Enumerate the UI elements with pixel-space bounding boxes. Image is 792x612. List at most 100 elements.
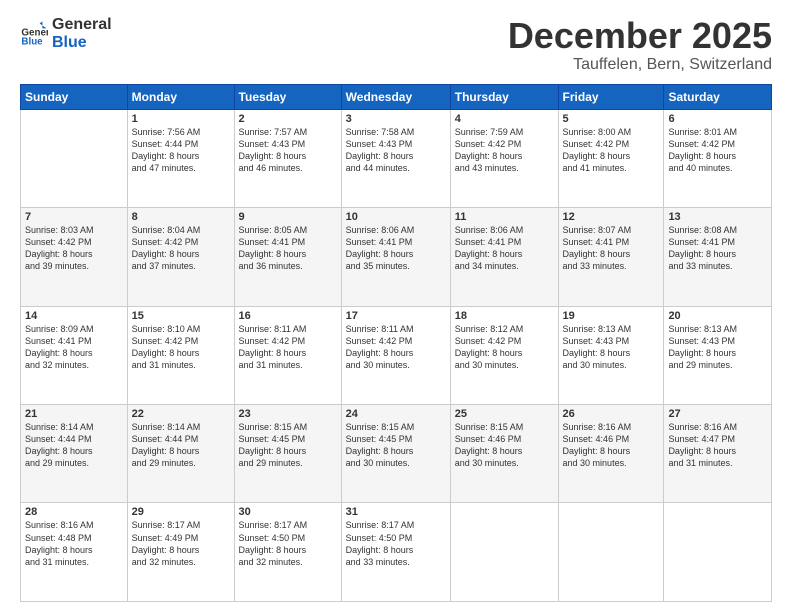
logo-line1: General [52, 16, 112, 34]
calendar-cell: 15Sunrise: 8:10 AM Sunset: 4:42 PM Dayli… [127, 306, 234, 404]
day-number: 12 [563, 211, 660, 223]
day-info: Sunrise: 8:06 AM Sunset: 4:41 PM Dayligh… [346, 224, 446, 273]
day-number: 18 [455, 310, 554, 322]
day-number: 31 [346, 506, 446, 518]
calendar-cell: 25Sunrise: 8:15 AM Sunset: 4:46 PM Dayli… [450, 405, 558, 503]
header-day-monday: Monday [127, 84, 234, 109]
day-number: 16 [239, 310, 337, 322]
calendar-cell: 24Sunrise: 8:15 AM Sunset: 4:45 PM Dayli… [341, 405, 450, 503]
header: General Blue General Blue December 2025 … [20, 16, 772, 74]
calendar-cell: 5Sunrise: 8:00 AM Sunset: 4:42 PM Daylig… [558, 109, 664, 207]
day-info: Sunrise: 8:16 AM Sunset: 4:48 PM Dayligh… [25, 519, 123, 568]
calendar: SundayMondayTuesdayWednesdayThursdayFrid… [20, 84, 772, 602]
day-info: Sunrise: 7:59 AM Sunset: 4:42 PM Dayligh… [455, 126, 554, 175]
day-number: 23 [239, 408, 337, 420]
day-number: 17 [346, 310, 446, 322]
day-info: Sunrise: 8:17 AM Sunset: 4:49 PM Dayligh… [132, 519, 230, 568]
day-number: 19 [563, 310, 660, 322]
calendar-cell: 28Sunrise: 8:16 AM Sunset: 4:48 PM Dayli… [21, 503, 128, 602]
calendar-cell: 12Sunrise: 8:07 AM Sunset: 4:41 PM Dayli… [558, 208, 664, 306]
subtitle: Tauffelen, Bern, Switzerland [508, 56, 772, 74]
calendar-cell: 3Sunrise: 7:58 AM Sunset: 4:43 PM Daylig… [341, 109, 450, 207]
calendar-cell: 23Sunrise: 8:15 AM Sunset: 4:45 PM Dayli… [234, 405, 341, 503]
day-info: Sunrise: 8:05 AM Sunset: 4:41 PM Dayligh… [239, 224, 337, 273]
day-info: Sunrise: 8:14 AM Sunset: 4:44 PM Dayligh… [132, 421, 230, 470]
day-number: 11 [455, 211, 554, 223]
calendar-cell: 17Sunrise: 8:11 AM Sunset: 4:42 PM Dayli… [341, 306, 450, 404]
day-info: Sunrise: 8:15 AM Sunset: 4:46 PM Dayligh… [455, 421, 554, 470]
day-info: Sunrise: 8:11 AM Sunset: 4:42 PM Dayligh… [239, 323, 337, 372]
calendar-cell: 31Sunrise: 8:17 AM Sunset: 4:50 PM Dayli… [341, 503, 450, 602]
day-number: 30 [239, 506, 337, 518]
day-number: 27 [668, 408, 767, 420]
header-day-saturday: Saturday [664, 84, 772, 109]
calendar-cell [664, 503, 772, 602]
header-day-thursday: Thursday [450, 84, 558, 109]
calendar-cell: 6Sunrise: 8:01 AM Sunset: 4:42 PM Daylig… [664, 109, 772, 207]
calendar-cell [450, 503, 558, 602]
day-number: 4 [455, 113, 554, 125]
day-info: Sunrise: 7:57 AM Sunset: 4:43 PM Dayligh… [239, 126, 337, 175]
day-info: Sunrise: 8:06 AM Sunset: 4:41 PM Dayligh… [455, 224, 554, 273]
day-number: 2 [239, 113, 337, 125]
calendar-cell: 11Sunrise: 8:06 AM Sunset: 4:41 PM Dayli… [450, 208, 558, 306]
svg-text:Blue: Blue [21, 36, 43, 47]
day-info: Sunrise: 8:08 AM Sunset: 4:41 PM Dayligh… [668, 224, 767, 273]
week-row-3: 21Sunrise: 8:14 AM Sunset: 4:44 PM Dayli… [21, 405, 772, 503]
header-day-wednesday: Wednesday [341, 84, 450, 109]
day-number: 6 [668, 113, 767, 125]
calendar-cell: 21Sunrise: 8:14 AM Sunset: 4:44 PM Dayli… [21, 405, 128, 503]
day-number: 20 [668, 310, 767, 322]
day-number: 7 [25, 211, 123, 223]
day-info: Sunrise: 8:03 AM Sunset: 4:42 PM Dayligh… [25, 224, 123, 273]
main-title: December 2025 [508, 16, 772, 56]
day-info: Sunrise: 8:14 AM Sunset: 4:44 PM Dayligh… [25, 421, 123, 470]
header-day-friday: Friday [558, 84, 664, 109]
calendar-cell: 18Sunrise: 8:12 AM Sunset: 4:42 PM Dayli… [450, 306, 558, 404]
day-number: 25 [455, 408, 554, 420]
day-info: Sunrise: 8:15 AM Sunset: 4:45 PM Dayligh… [346, 421, 446, 470]
header-row: SundayMondayTuesdayWednesdayThursdayFrid… [21, 84, 772, 109]
calendar-cell: 8Sunrise: 8:04 AM Sunset: 4:42 PM Daylig… [127, 208, 234, 306]
calendar-cell: 19Sunrise: 8:13 AM Sunset: 4:43 PM Dayli… [558, 306, 664, 404]
day-number: 5 [563, 113, 660, 125]
calendar-cell: 13Sunrise: 8:08 AM Sunset: 4:41 PM Dayli… [664, 208, 772, 306]
calendar-cell: 9Sunrise: 8:05 AM Sunset: 4:41 PM Daylig… [234, 208, 341, 306]
calendar-cell: 26Sunrise: 8:16 AM Sunset: 4:46 PM Dayli… [558, 405, 664, 503]
day-info: Sunrise: 8:13 AM Sunset: 4:43 PM Dayligh… [668, 323, 767, 372]
day-number: 29 [132, 506, 230, 518]
day-number: 26 [563, 408, 660, 420]
day-number: 1 [132, 113, 230, 125]
calendar-header: SundayMondayTuesdayWednesdayThursdayFrid… [21, 84, 772, 109]
day-info: Sunrise: 8:17 AM Sunset: 4:50 PM Dayligh… [239, 519, 337, 568]
day-info: Sunrise: 8:11 AM Sunset: 4:42 PM Dayligh… [346, 323, 446, 372]
calendar-cell: 30Sunrise: 8:17 AM Sunset: 4:50 PM Dayli… [234, 503, 341, 602]
calendar-cell: 10Sunrise: 8:06 AM Sunset: 4:41 PM Dayli… [341, 208, 450, 306]
calendar-cell: 27Sunrise: 8:16 AM Sunset: 4:47 PM Dayli… [664, 405, 772, 503]
day-info: Sunrise: 8:10 AM Sunset: 4:42 PM Dayligh… [132, 323, 230, 372]
day-info: Sunrise: 8:01 AM Sunset: 4:42 PM Dayligh… [668, 126, 767, 175]
logo-line2: Blue [52, 34, 112, 52]
day-info: Sunrise: 8:00 AM Sunset: 4:42 PM Dayligh… [563, 126, 660, 175]
day-info: Sunrise: 8:07 AM Sunset: 4:41 PM Dayligh… [563, 224, 660, 273]
day-number: 15 [132, 310, 230, 322]
calendar-cell: 16Sunrise: 8:11 AM Sunset: 4:42 PM Dayli… [234, 306, 341, 404]
calendar-cell: 29Sunrise: 8:17 AM Sunset: 4:49 PM Dayli… [127, 503, 234, 602]
calendar-cell: 4Sunrise: 7:59 AM Sunset: 4:42 PM Daylig… [450, 109, 558, 207]
week-row-2: 14Sunrise: 8:09 AM Sunset: 4:41 PM Dayli… [21, 306, 772, 404]
day-info: Sunrise: 8:17 AM Sunset: 4:50 PM Dayligh… [346, 519, 446, 568]
day-info: Sunrise: 8:15 AM Sunset: 4:45 PM Dayligh… [239, 421, 337, 470]
header-day-tuesday: Tuesday [234, 84, 341, 109]
day-number: 14 [25, 310, 123, 322]
week-row-0: 1Sunrise: 7:56 AM Sunset: 4:44 PM Daylig… [21, 109, 772, 207]
day-number: 21 [25, 408, 123, 420]
page: General Blue General Blue December 2025 … [0, 0, 792, 612]
day-number: 9 [239, 211, 337, 223]
day-info: Sunrise: 8:16 AM Sunset: 4:46 PM Dayligh… [563, 421, 660, 470]
day-info: Sunrise: 7:58 AM Sunset: 4:43 PM Dayligh… [346, 126, 446, 175]
logo-icon: General Blue [20, 20, 48, 48]
day-number: 28 [25, 506, 123, 518]
day-number: 22 [132, 408, 230, 420]
day-number: 10 [346, 211, 446, 223]
calendar-body: 1Sunrise: 7:56 AM Sunset: 4:44 PM Daylig… [21, 109, 772, 601]
